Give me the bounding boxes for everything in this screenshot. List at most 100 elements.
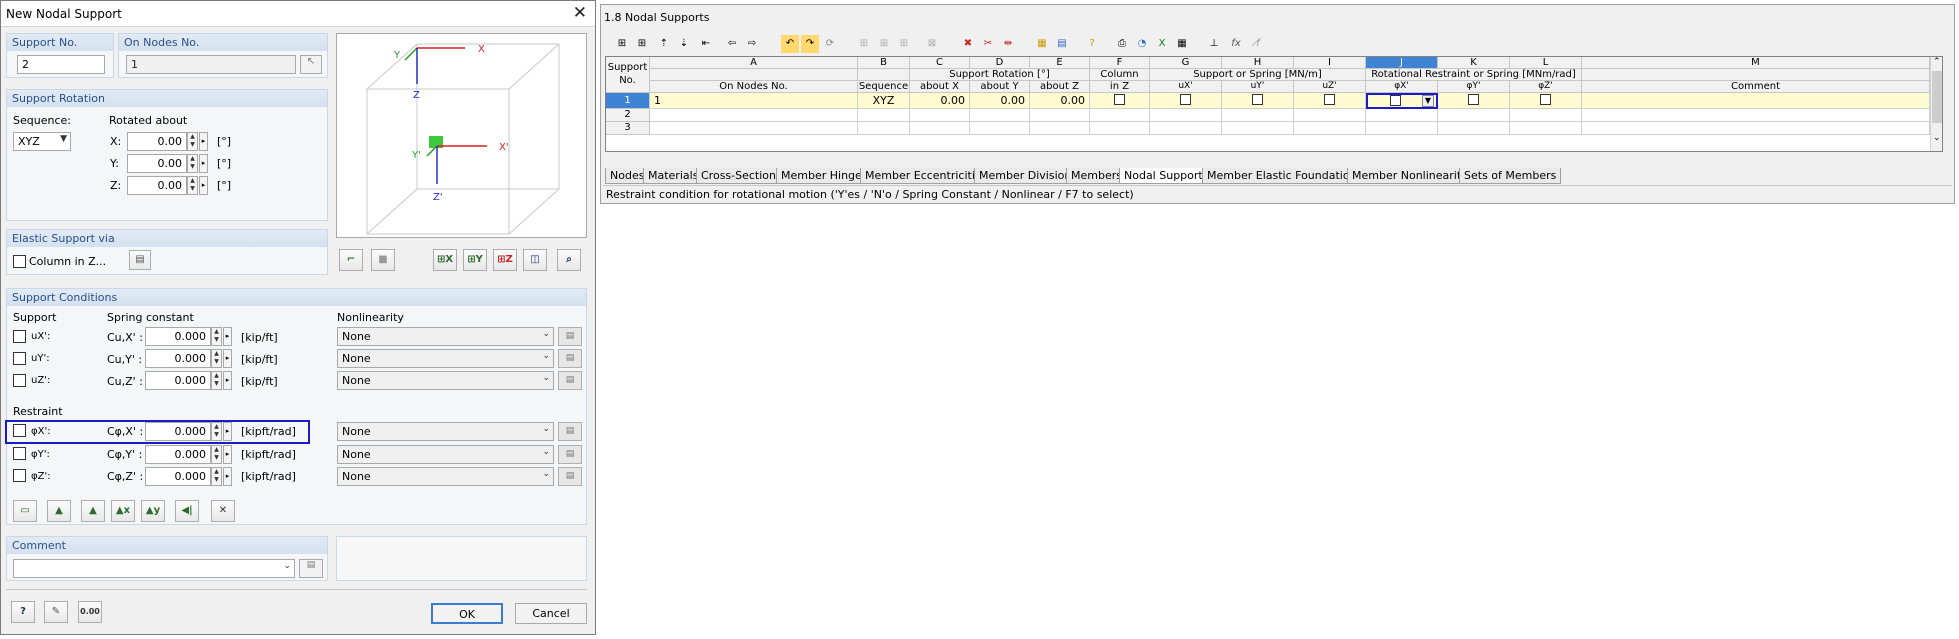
cphi-z-spinner[interactable]: ▲ ▼ bbox=[211, 467, 222, 486]
cell-sequence[interactable] bbox=[858, 109, 910, 122]
uy-cell-checkbox[interactable] bbox=[1252, 94, 1263, 105]
cell-comment[interactable] bbox=[1582, 93, 1930, 109]
cell-phix[interactable] bbox=[1366, 122, 1438, 135]
rot-z-spinner[interactable]: ▲ ▼ bbox=[187, 176, 198, 195]
tab-member-eccentricities[interactable]: Member Eccentricities bbox=[860, 168, 993, 184]
view-local-button[interactable]: ⌐ bbox=[339, 249, 363, 271]
view-y-button[interactable]: ⊞Y bbox=[463, 249, 487, 271]
prev-icon[interactable]: ⇦ bbox=[723, 35, 741, 53]
cell-uy[interactable] bbox=[1222, 122, 1294, 135]
phiy-checkbox[interactable] bbox=[13, 447, 26, 460]
scroll-thumb[interactable] bbox=[1932, 71, 1942, 123]
cell-in-z[interactable] bbox=[1090, 122, 1150, 135]
columns-icon[interactable]: ▤ bbox=[1053, 35, 1071, 53]
cell-uz[interactable] bbox=[1294, 122, 1366, 135]
cell-phiy[interactable] bbox=[1438, 109, 1510, 122]
graphics-icon[interactable]: ◔ bbox=[1133, 35, 1151, 53]
cell-sequence[interactable] bbox=[858, 122, 910, 135]
row-number[interactable]: 1 bbox=[606, 93, 650, 109]
rot-y-arrow[interactable]: ▸ bbox=[199, 154, 208, 173]
col-letter-e[interactable]: E bbox=[1030, 57, 1090, 69]
uy-nonlinearity-select[interactable]: None ⌄ bbox=[337, 349, 554, 368]
rot-z-input[interactable]: 0.00 bbox=[127, 176, 187, 195]
comment-library-button[interactable]: ▤ bbox=[299, 559, 323, 578]
print-icon[interactable]: ⎙ bbox=[1113, 35, 1131, 53]
cu-x-arrow[interactable]: ▸ bbox=[223, 327, 232, 346]
phiy-nonlinearity-select[interactable]: None ⌄ bbox=[337, 445, 554, 464]
ux-cell-checkbox[interactable] bbox=[1180, 94, 1191, 105]
ux-nonlinearity-edit-button[interactable]: ▤ bbox=[558, 327, 582, 346]
cell-dropdown-button[interactable]: ▼ bbox=[1422, 95, 1434, 107]
rot-x-input[interactable]: 0.00 bbox=[127, 132, 187, 151]
view-x-button[interactable]: ⊞X bbox=[433, 249, 457, 271]
cell-on-nodes[interactable]: 1 bbox=[650, 93, 858, 109]
col-letter-f[interactable]: F bbox=[1090, 57, 1150, 69]
decimals-button[interactable]: 0.00 bbox=[78, 601, 102, 623]
help-table-icon[interactable]: ? bbox=[1083, 35, 1101, 53]
column-in-z-checkbox[interactable] bbox=[13, 255, 26, 268]
row-number[interactable]: 2 bbox=[606, 109, 650, 122]
cell-phiy[interactable] bbox=[1438, 122, 1510, 135]
phiz-nonlinearity-edit-button[interactable]: ▤ bbox=[558, 467, 582, 486]
cancel-button[interactable]: Cancel bbox=[515, 603, 587, 624]
rot-y-spinner[interactable]: ▲ ▼ bbox=[187, 154, 198, 173]
ux-nonlinearity-select[interactable]: None ⌄ bbox=[337, 327, 554, 346]
phiz-nonlinearity-select[interactable]: None ⌄ bbox=[337, 467, 554, 486]
col-letter-k[interactable]: K bbox=[1438, 57, 1510, 69]
col-letter-a[interactable]: A bbox=[650, 57, 858, 69]
on-nodes-input[interactable]: 1 bbox=[126, 55, 296, 74]
col-letter-j[interactable]: J bbox=[1366, 57, 1438, 69]
cell-on-nodes[interactable] bbox=[650, 109, 858, 122]
cell-about-y[interactable]: 0.00 bbox=[970, 93, 1030, 109]
clear-icon[interactable]: ⊠ bbox=[923, 35, 941, 53]
col-letter-i[interactable]: I bbox=[1294, 57, 1366, 69]
cell-phix-active[interactable]: ▼ bbox=[1366, 93, 1438, 109]
cphi-z-input[interactable]: 0.000 bbox=[145, 467, 211, 486]
phix-nonlinearity-select[interactable]: None ⌄ bbox=[337, 422, 554, 441]
preset-wall-button[interactable]: ◀| bbox=[175, 500, 199, 522]
uy-checkbox[interactable] bbox=[13, 352, 26, 365]
uz-cell-checkbox[interactable] bbox=[1324, 94, 1335, 105]
link-icon[interactable]: ↶ bbox=[781, 35, 799, 53]
tab-sets-of-members[interactable]: Sets of Members bbox=[1459, 168, 1562, 184]
cell-about-z[interactable]: 0.00 bbox=[1030, 93, 1090, 109]
cell-uz[interactable] bbox=[1294, 109, 1366, 122]
ok-button[interactable]: OK bbox=[431, 603, 503, 624]
cu-y-spinner[interactable]: ▲ ▼ bbox=[211, 349, 222, 368]
cphi-y-input[interactable]: 0.000 bbox=[145, 445, 211, 464]
function-off-icon[interactable]: f̸ bbox=[1249, 35, 1267, 53]
help-button[interactable]: ? bbox=[11, 601, 35, 623]
scroll-down-icon[interactable]: ⌄ bbox=[1933, 133, 1941, 143]
results-icon[interactable]: ⊥ bbox=[1205, 35, 1223, 53]
tab-member-hinges[interactable]: Member Hinges bbox=[776, 168, 873, 184]
support-no-input[interactable]: 2 bbox=[17, 55, 105, 74]
cell-phix[interactable] bbox=[1366, 109, 1438, 122]
preset-roller-x-button[interactable]: ▲x bbox=[111, 500, 135, 522]
col-letter-b[interactable]: B bbox=[858, 57, 910, 69]
select-icon[interactable]: ⊞ bbox=[613, 35, 631, 53]
col-letter-g[interactable]: G bbox=[1150, 57, 1222, 69]
refresh-icon[interactable]: ⟳ bbox=[821, 35, 839, 53]
view-iso-button[interactable]: ◫ bbox=[523, 249, 547, 271]
rot-z-arrow[interactable]: ▸ bbox=[199, 176, 208, 195]
preset-hinged-button[interactable]: ▭ bbox=[13, 500, 37, 522]
cell-sequence[interactable]: XYZ bbox=[858, 93, 910, 109]
zoom-button[interactable]: ⌕ bbox=[557, 249, 581, 271]
cphi-z-arrow[interactable]: ▸ bbox=[223, 467, 232, 486]
cu-x-input[interactable]: 0.000 bbox=[145, 327, 211, 346]
cphi-x-arrow[interactable]: ▸ bbox=[223, 422, 232, 441]
cell-uy[interactable] bbox=[1222, 93, 1294, 109]
col-letter-m[interactable]: M bbox=[1582, 57, 1930, 69]
cell-phiz[interactable] bbox=[1510, 93, 1582, 109]
cell-in-z[interactable] bbox=[1090, 93, 1150, 109]
copy-row-icon[interactable]: ⊞ bbox=[895, 35, 913, 53]
rot-y-input[interactable]: 0.00 bbox=[127, 154, 187, 173]
preset-fixed-button[interactable]: ▲ bbox=[47, 500, 71, 522]
import-icon[interactable]: ⇤ bbox=[697, 35, 715, 53]
cell-on-nodes[interactable] bbox=[650, 122, 858, 135]
cu-y-arrow[interactable]: ▸ bbox=[223, 349, 232, 368]
function-icon[interactable]: fx bbox=[1227, 35, 1245, 53]
cell-about-x[interactable] bbox=[910, 122, 970, 135]
cell-phiy[interactable] bbox=[1438, 93, 1510, 109]
cell-in-z[interactable] bbox=[1090, 109, 1150, 122]
